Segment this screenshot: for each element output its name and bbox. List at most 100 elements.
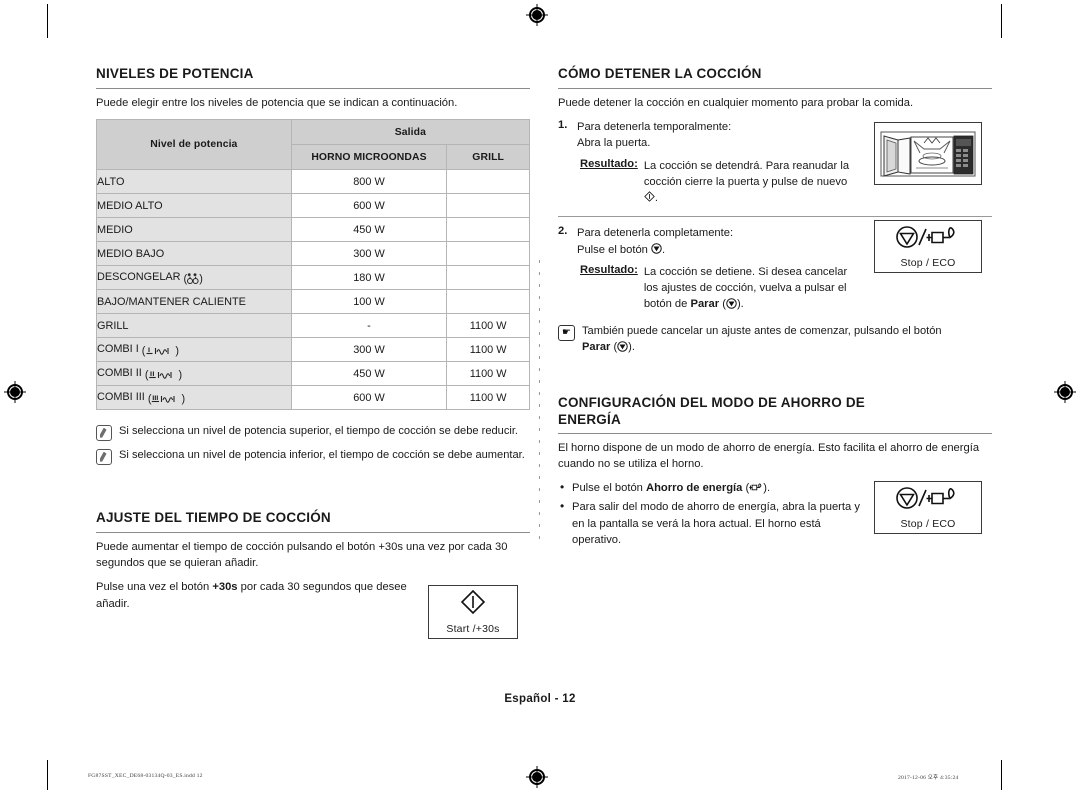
result-text: La cocción se detendrá. Para reanudar la…	[643, 159, 850, 205]
energy-saving-intro: El horno dispone de un modo de ahorro de…	[558, 441, 980, 470]
section-divider	[558, 216, 992, 218]
header-microwave: HORNO MICROONDAS	[290, 144, 448, 171]
crop-mark-left	[47, 4, 48, 38]
row-label: MEDIO	[96, 217, 292, 243]
note-item: Si selecciona un nivel de potencia infer…	[96, 448, 530, 466]
note-pencil-icon	[96, 425, 112, 442]
row-grill	[446, 289, 530, 315]
gutter-dot	[539, 308, 540, 311]
step-text: Para detenerla temporalmente: Abra la pu…	[577, 121, 732, 150]
stop-icon	[617, 340, 628, 353]
start-diamond-icon	[644, 191, 655, 204]
crop-mark-right	[1001, 4, 1002, 38]
table-row: COMBI II ( ) 450 W 1100 W	[96, 361, 530, 387]
gutter-dot	[539, 344, 540, 347]
grill1-microwave-icon: ( )	[141, 344, 180, 357]
stop-eco-caption-2: Stop / ECO	[900, 517, 956, 530]
gutter-dot	[539, 536, 540, 539]
row-microwave: 450 W	[290, 217, 448, 243]
row-label: DESCONGELAR ( )	[96, 265, 292, 291]
start-diamond-icon	[460, 589, 486, 620]
section-heading-stop-cooking: CÓMO DETENER LA COCCIÓN	[558, 66, 992, 89]
table-row: COMBI III ( ) 600 W 1100 W	[96, 385, 530, 411]
table-row: MEDIO 450 W	[96, 217, 530, 243]
cooking-time-paragraph-2: Pulse una vez el botón +30s por cada 30 …	[96, 581, 407, 610]
cooking-time-paragraph-1: Puede aumentar el tiempo de cocción puls…	[96, 540, 508, 570]
row-microwave: 800 W	[290, 169, 448, 195]
result-label: Resultado:	[580, 263, 638, 276]
row-grill: 1100 W	[446, 361, 530, 387]
stop-icon	[651, 243, 662, 256]
row-grill	[446, 193, 530, 219]
gutter-dot	[539, 320, 540, 323]
row-microwave: 600 W	[290, 385, 448, 411]
row-grill	[446, 241, 530, 267]
footer-timestamp: 2017-12-06 오후 4:35:24	[898, 775, 959, 781]
row-microwave: 450 W	[290, 361, 448, 387]
stop-icon	[726, 297, 737, 310]
gutter-dot	[539, 464, 540, 467]
table-row: DESCONGELAR ( ) 180 W	[96, 265, 530, 291]
step-number: 1.	[558, 119, 568, 132]
row-microwave: 100 W	[290, 289, 448, 315]
left-column: NIVELES DE POTENCIA Puede elegir entre l…	[96, 66, 531, 620]
gutter-dot	[539, 392, 540, 395]
power-levels-table: Nivel de potencia Salida HORNO MICROONDA…	[96, 119, 531, 411]
section-heading-power-levels: NIVELES DE POTENCIA	[96, 66, 530, 89]
gutter-dot	[539, 500, 540, 503]
crop-mark-left-bottom	[47, 760, 48, 790]
row-label: BAJO/MANTENER CALIENTE	[96, 289, 292, 315]
gutter-dot	[539, 284, 540, 287]
stop-eco-button-illustration-2[interactable]: Stop / ECO	[874, 481, 982, 534]
row-label: COMBI III ( )	[96, 385, 292, 411]
stop-eco-button-illustration[interactable]: Stop / ECO	[874, 220, 982, 273]
row-label: MEDIO ALTO	[96, 193, 292, 219]
row-microwave: 180 W	[290, 265, 448, 291]
gutter-dot	[539, 356, 540, 359]
table-row: MEDIO BAJO 300 W	[96, 241, 530, 267]
registration-mark-top	[526, 4, 548, 26]
gutter-dot	[539, 368, 540, 371]
stop-eco-icon	[895, 225, 961, 254]
row-label: ALTO	[96, 169, 292, 195]
list-item: Para salir del modo de ahorro de energía…	[558, 498, 872, 548]
row-grill: 1100 W	[446, 313, 530, 339]
table-row: BAJO/MANTENER CALIENTE 100 W	[96, 289, 530, 315]
grill2-microwave-icon: ( )	[144, 368, 183, 381]
row-label: COMBI I ( )	[96, 337, 292, 363]
header-grill: GRILL	[446, 144, 530, 171]
manual-page: NIVELES DE POTENCIA Puede elegir entre l…	[0, 0, 1080, 792]
row-label: MEDIO BAJO	[96, 241, 292, 267]
gutter-dot	[539, 476, 540, 479]
pointing-hand-icon: ☛	[558, 325, 575, 342]
row-grill: 1100 W	[446, 385, 530, 411]
power-levels-intro: Puede elegir entre los niveles de potenc…	[96, 96, 458, 109]
row-microwave: 300 W	[290, 241, 448, 267]
grill3-microwave-icon: ( )	[147, 392, 186, 405]
gutter-dot	[539, 428, 540, 431]
gutter-dot	[539, 524, 540, 527]
section-heading-energy-saving: CONFIGURACIÓN DEL MODO DE AHORRO DE ENER…	[558, 395, 992, 434]
footer-filename: FG87SST_XEC_DE68-03134Q-03_ES.indd 12	[88, 773, 203, 779]
start-30s-caption: Start /+30s	[446, 623, 500, 635]
row-microwave: 300 W	[290, 337, 448, 363]
eco-plug-icon	[749, 482, 763, 494]
gutter-dot	[539, 404, 540, 407]
note-text: Si selecciona un nivel de potencia infer…	[119, 449, 525, 462]
gutter-dot	[539, 512, 540, 515]
section-heading-cooking-time: AJUSTE DEL TIEMPO DE COCCIÓN	[96, 510, 530, 533]
table-row: COMBI I ( ) 300 W 1100 W	[96, 337, 530, 363]
start-30s-button-illustration[interactable]: Start /+30s	[428, 585, 518, 639]
registration-mark-right	[1054, 381, 1076, 403]
row-grill	[446, 169, 530, 195]
gutter-dot	[539, 488, 540, 491]
note-text: También puede cancelar un ajuste antes d…	[582, 325, 942, 354]
gutter-dot	[539, 416, 540, 419]
gutter-dot	[539, 332, 540, 335]
gutter-dot	[539, 452, 540, 455]
gutter-dot	[539, 380, 540, 383]
registration-mark-bottom	[526, 766, 548, 788]
result-label: Resultado:	[580, 157, 638, 170]
table-row: ALTO 800 W	[96, 169, 530, 195]
row-grill: 1100 W	[446, 337, 530, 363]
